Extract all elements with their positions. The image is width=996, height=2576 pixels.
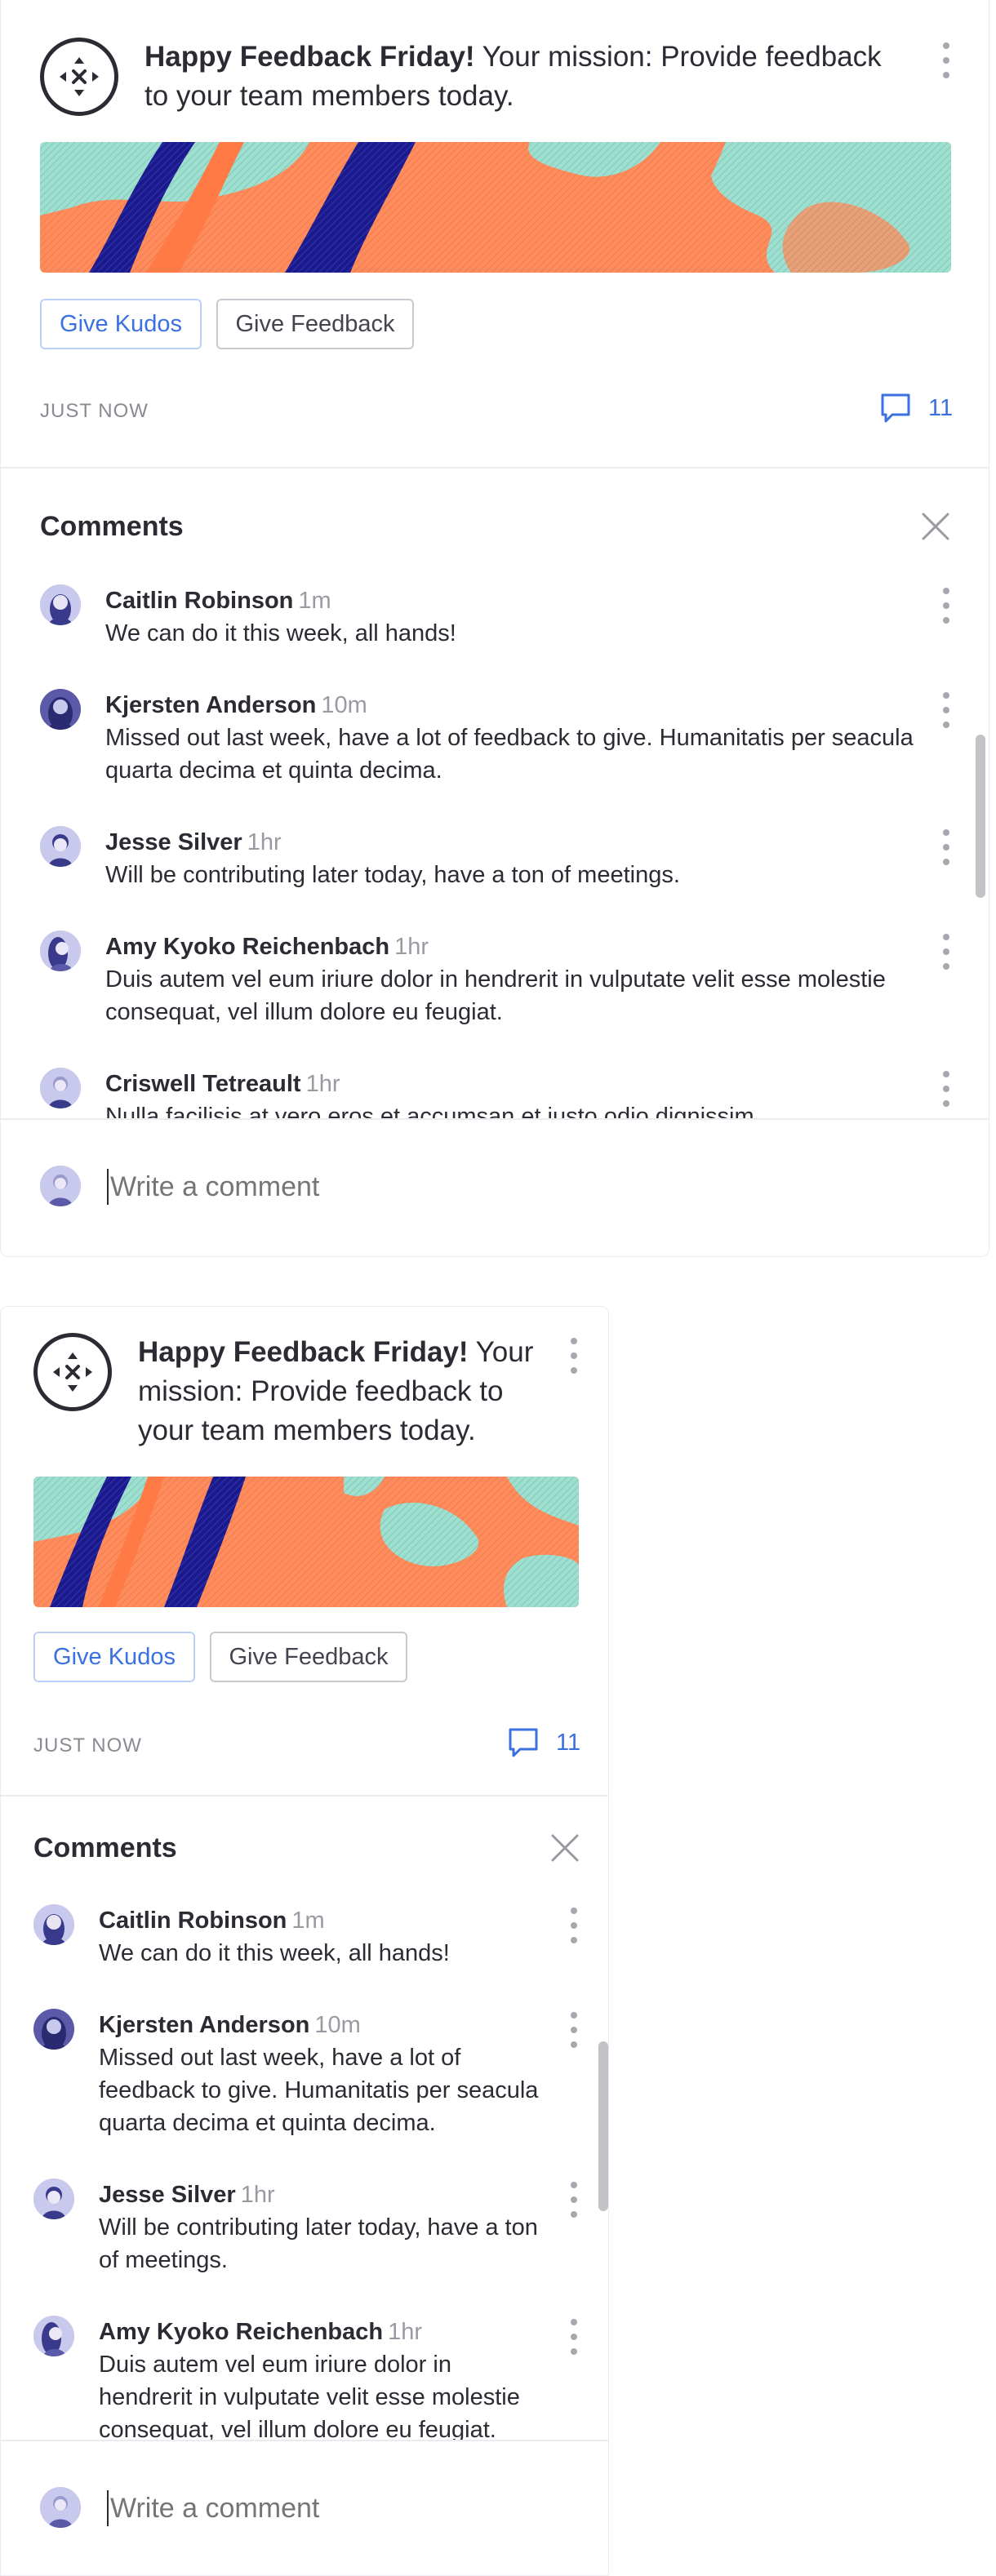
comment-author[interactable]: Kjersten Anderson bbox=[105, 692, 316, 718]
comment-time: 1hr bbox=[305, 1071, 340, 1097]
comment-time: 10m bbox=[321, 692, 367, 718]
text-caret bbox=[107, 2490, 109, 2526]
post-more-icon[interactable] bbox=[938, 42, 954, 78]
comment-time: 10m bbox=[314, 2012, 361, 2038]
comment-more-icon[interactable] bbox=[938, 1071, 954, 1107]
divider bbox=[1, 467, 989, 469]
give-kudos-button[interactable]: Give Kudos bbox=[40, 299, 202, 349]
avatar[interactable] bbox=[33, 2009, 74, 2050]
post-title: Happy Feedback Friday! Your mission: Pro… bbox=[138, 1333, 546, 1450]
comment-text: Duis autem vel eum iriure dolor in hendr… bbox=[99, 2352, 520, 2440]
comment-more-icon[interactable] bbox=[938, 588, 954, 624]
comment-more-icon[interactable] bbox=[566, 1908, 582, 1943]
avatar[interactable] bbox=[40, 826, 81, 867]
comment-scrollbar[interactable] bbox=[976, 735, 985, 898]
current-user-avatar bbox=[40, 1166, 81, 1206]
close-icon[interactable] bbox=[920, 511, 951, 542]
comment-text: Duis autem vel eum iriure dolor in hendr… bbox=[105, 966, 886, 1025]
comment-author[interactable]: Criswell Tetreault bbox=[105, 1071, 301, 1097]
comment-count-value: 11 bbox=[928, 394, 954, 421]
comment-scrollbar[interactable] bbox=[598, 2041, 608, 2211]
text-caret bbox=[107, 1169, 109, 1205]
comment-author[interactable]: Kjersten Anderson bbox=[99, 2012, 309, 2038]
feed-card-narrow: Happy Feedback Friday! Your mission: Pro… bbox=[0, 1306, 609, 2576]
post-banner-image bbox=[33, 1477, 579, 1607]
close-icon[interactable] bbox=[549, 1832, 580, 1863]
comment-list[interactable]: Caitlin Robinson 1m We can do it this wee… bbox=[1, 1894, 608, 2440]
give-feedback-button[interactable]: Give Feedback bbox=[216, 299, 414, 349]
comment-more-icon[interactable] bbox=[938, 934, 954, 970]
avatar[interactable] bbox=[33, 2178, 74, 2219]
comment-author[interactable]: Jesse Silver bbox=[105, 829, 242, 855]
comment-more-icon[interactable] bbox=[938, 692, 954, 728]
avatar[interactable] bbox=[40, 930, 81, 971]
comment-more-icon[interactable] bbox=[566, 2012, 582, 2048]
avatar[interactable] bbox=[33, 2316, 74, 2356]
avatar[interactable] bbox=[40, 689, 81, 730]
comment-count-button[interactable]: 11 bbox=[879, 392, 953, 424]
comment-more-icon[interactable] bbox=[938, 829, 954, 865]
comment-input[interactable] bbox=[110, 2487, 567, 2529]
comment-more-icon[interactable] bbox=[566, 2319, 582, 2355]
comment-time: 1m bbox=[298, 588, 331, 614]
divider bbox=[1, 1795, 608, 1797]
comment-text: Missed out last week, have a lot of feed… bbox=[99, 2045, 539, 2136]
comment-author[interactable]: Amy Kyoko Reichenbach bbox=[105, 934, 389, 960]
comment-more-icon[interactable] bbox=[566, 2182, 582, 2218]
avatar[interactable] bbox=[40, 1068, 81, 1108]
post-timestamp: JUST NOW bbox=[40, 400, 149, 422]
post-title: Happy Feedback Friday! Your mission: Pro… bbox=[145, 38, 912, 116]
give-kudos-button[interactable]: Give Kudos bbox=[33, 1632, 195, 1682]
compass-move-icon bbox=[33, 1333, 112, 1411]
comment-list[interactable]: Caitlin Robinson 1m We can do it this wee… bbox=[1, 571, 989, 1118]
avatar[interactable] bbox=[33, 1904, 74, 1945]
comment-time: 1m bbox=[291, 1908, 325, 1934]
comment-count-button[interactable]: 11 bbox=[507, 1726, 580, 1759]
comment-text: We can do it this week, all hands! bbox=[99, 1940, 450, 1966]
comment-author[interactable]: Amy Kyoko Reichenbach bbox=[99, 2319, 383, 2345]
post-timestamp: JUST NOW bbox=[33, 1734, 142, 1757]
current-user-avatar bbox=[40, 2487, 81, 2528]
comment-time: 1hr bbox=[394, 934, 429, 960]
comment-composer bbox=[1, 2440, 608, 2575]
comment-time: 1hr bbox=[388, 2319, 423, 2345]
comment-input[interactable] bbox=[110, 1166, 894, 1208]
comment-time: 1hr bbox=[247, 829, 282, 855]
comment-count-value: 11 bbox=[556, 1729, 581, 1756]
comment-text: Will be contributing later today, have a… bbox=[99, 2214, 538, 2273]
comment-author[interactable]: Caitlin Robinson bbox=[99, 1908, 287, 1934]
avatar[interactable] bbox=[40, 584, 81, 625]
comment-text: We can do it this week, all hands! bbox=[105, 620, 456, 646]
feed-card-wide: Happy Feedback Friday! Your mission: Pro… bbox=[0, 0, 989, 1257]
give-feedback-button[interactable]: Give Feedback bbox=[210, 1632, 407, 1682]
comment-text: Nulla facilisis at vero eros et accumsan… bbox=[105, 1104, 761, 1118]
compass-move-icon bbox=[40, 38, 118, 116]
comment-composer bbox=[1, 1118, 989, 1256]
comment-author[interactable]: Jesse Silver bbox=[99, 2182, 236, 2208]
post-more-icon[interactable] bbox=[566, 1338, 582, 1374]
post-title-bold: Happy Feedback Friday! bbox=[145, 41, 475, 73]
speech-bubble-icon bbox=[881, 393, 910, 423]
speech-bubble-icon bbox=[509, 1728, 538, 1757]
comment-time: 1hr bbox=[240, 2182, 275, 2208]
comment-text: Missed out last week, have a lot of feed… bbox=[105, 725, 914, 784]
post-title-bold: Happy Feedback Friday! bbox=[138, 1336, 469, 1368]
comment-author[interactable]: Caitlin Robinson bbox=[105, 588, 293, 614]
comments-title: Comments bbox=[33, 1832, 177, 1863]
comments-title: Comments bbox=[40, 511, 184, 542]
comment-text: Will be contributing later today, have a… bbox=[105, 862, 680, 888]
post-banner-image bbox=[40, 142, 951, 273]
